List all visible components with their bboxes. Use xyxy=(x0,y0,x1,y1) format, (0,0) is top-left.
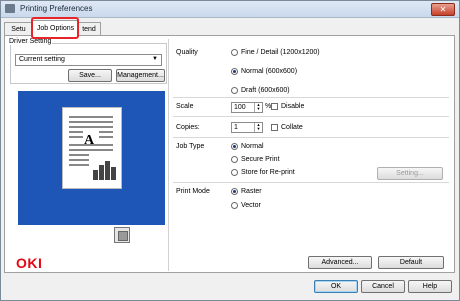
ok-button[interactable]: OK xyxy=(314,280,358,293)
separator xyxy=(173,97,449,98)
driver-setting-value: Current setting xyxy=(19,56,65,63)
collate-checkbox[interactable] xyxy=(271,124,278,131)
quality-draft-radio[interactable] xyxy=(231,87,238,94)
spin-arrows-icon[interactable]: ▲ ▼ xyxy=(254,103,262,112)
tab-extend[interactable]: tend xyxy=(77,22,101,36)
job-type-normal-radio[interactable] xyxy=(231,143,238,150)
quality-draft-label: Draft (600x600) xyxy=(241,87,290,94)
quality-fine-radio[interactable] xyxy=(231,49,238,56)
save-button[interactable]: Save... xyxy=(68,69,112,82)
page-preview: A xyxy=(18,91,165,225)
spin-arrows-icon[interactable]: ▲ ▼ xyxy=(254,123,262,132)
print-mode-vector-radio[interactable] xyxy=(231,202,238,209)
scale-label: Scale xyxy=(176,103,194,110)
scale-disable-checkbox[interactable] xyxy=(271,103,278,110)
cancel-button[interactable]: Cancel xyxy=(361,280,405,293)
copies-label: Copies: xyxy=(176,124,200,131)
job-type-store-label: Store for Re-print xyxy=(241,169,295,176)
tab-setup[interactable]: Setu xyxy=(4,22,33,36)
tab-highlight-marker xyxy=(31,17,79,39)
document-preview-icon: A xyxy=(62,107,122,189)
print-mode-label: Print Mode xyxy=(176,188,210,195)
printing-preferences-window: Printing Preferences ✕ Setu Job Options … xyxy=(0,0,460,301)
separator xyxy=(173,182,449,183)
driver-setting-label: Driver Setting xyxy=(8,38,53,45)
scale-value: 100 xyxy=(234,104,246,111)
print-mode-raster-radio[interactable] xyxy=(231,188,238,195)
help-button[interactable]: Help xyxy=(408,280,452,293)
window-title: Printing Preferences xyxy=(20,4,93,13)
quality-fine-label: Fine / Detail (1200x1200) xyxy=(241,49,320,56)
quality-normal-radio[interactable] xyxy=(231,68,238,75)
copies-stepper[interactable]: 1 ▲ ▼ xyxy=(231,122,263,133)
job-type-secure-label: Secure Print xyxy=(241,156,280,163)
driver-setting-select[interactable]: Current setting ▼ xyxy=(15,54,162,66)
separator xyxy=(173,137,449,138)
printer-icon xyxy=(5,4,15,13)
close-icon[interactable]: ✕ xyxy=(431,3,455,16)
job-type-label: Job Type xyxy=(176,143,205,150)
title-bar: Printing Preferences ✕ xyxy=(1,1,459,18)
scale-disable-label: Disable xyxy=(281,103,305,110)
section-divider xyxy=(168,39,169,271)
quality-normal-label: Normal (600x600) xyxy=(241,68,298,75)
preview-letter: A xyxy=(84,133,95,148)
print-mode-vector-label: Vector xyxy=(241,202,261,209)
separator xyxy=(173,116,449,117)
advanced-button[interactable]: Advanced... xyxy=(308,256,372,269)
setting-button[interactable]: Setting... xyxy=(377,167,443,180)
chevron-down-icon: ▼ xyxy=(152,56,158,62)
management-button[interactable]: Management... xyxy=(116,69,165,82)
default-button[interactable]: Default xyxy=(378,256,444,269)
copies-value: 1 xyxy=(234,124,238,131)
oki-logo: OKI xyxy=(16,255,43,271)
job-type-store-radio[interactable] xyxy=(231,169,238,176)
scale-stepper[interactable]: 100 ▲ ▼ xyxy=(231,102,263,113)
quality-label: Quality xyxy=(176,49,198,56)
job-type-secure-radio[interactable] xyxy=(231,156,238,163)
print-mode-raster-label: Raster xyxy=(241,188,262,195)
collate-label: Collate xyxy=(281,124,303,131)
paper-tray-icon[interactable] xyxy=(114,227,130,243)
job-type-normal-label: Normal xyxy=(241,143,264,150)
